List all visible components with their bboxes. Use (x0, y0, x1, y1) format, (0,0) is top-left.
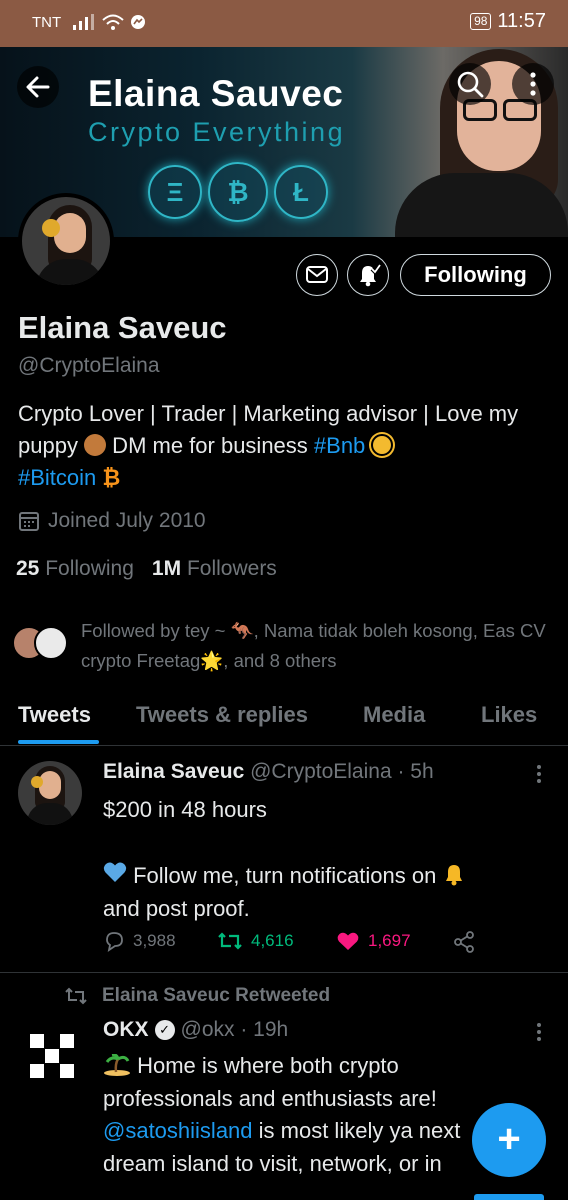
more-vertical-icon (537, 1023, 541, 1041)
retweet-icon (65, 987, 87, 1005)
follow-counts: 25 Following 1M Followers (16, 557, 277, 581)
following-label: Following (45, 557, 134, 580)
share-button[interactable] (452, 930, 476, 954)
heart-icon (337, 932, 359, 950)
reply-button[interactable]: 3,988 (103, 930, 176, 952)
mention-link[interactable]: @satoshiisland (103, 1118, 253, 1143)
compose-tweet-button[interactable]: + (472, 1103, 546, 1177)
tab-media[interactable]: Media (363, 702, 425, 728)
bitcoin-symbol-icon: ₿ (102, 465, 121, 490)
tweet-author-name[interactable]: Elaina Saveuc (103, 760, 244, 783)
more-vertical-icon (537, 765, 541, 783)
notifications-button[interactable] (347, 254, 389, 296)
litecoin-coin: Ł (274, 165, 328, 219)
retweet-icon (218, 932, 242, 950)
plus-icon: + (497, 1117, 521, 1161)
tweet-line-1: $200 in 48 hours (103, 797, 267, 822)
mail-icon (306, 266, 328, 283)
tweet-avatar[interactable] (18, 761, 82, 825)
hashtag-bnb[interactable]: #Bnb (314, 433, 365, 458)
carrier-label: TNT (32, 14, 62, 31)
wifi-icon (102, 14, 124, 30)
more-vertical-icon (530, 72, 536, 96)
tab-likes[interactable]: Likes (481, 702, 537, 728)
followers-count: 1M (151, 557, 182, 580)
tweet-header: Elaina Saveuc @CryptoElaina · 5h (103, 760, 434, 784)
retweeted-by[interactable]: Elaina Saveuc Retweeted (64, 985, 330, 1007)
followers-link[interactable]: 1M Followers (152, 557, 277, 580)
tab-tweets[interactable]: Tweets (18, 702, 91, 728)
follower-avatar (34, 626, 68, 660)
blue-heart-icon (103, 862, 127, 882)
banner-subtitle: Crypto Everything (88, 117, 346, 147)
tweet-more-button[interactable] (534, 764, 544, 792)
puppy-emoji-icon (84, 434, 107, 456)
bnb-emoji-icon (371, 434, 394, 456)
following-button[interactable]: Following (400, 254, 551, 296)
bell-emoji-icon (446, 865, 463, 886)
verified-badge-icon: ✓ (154, 1020, 175, 1040)
profile-handle: @CryptoElaina (18, 354, 160, 377)
calendar-icon (19, 512, 39, 531)
bitcoin-coin: ₿ (208, 162, 268, 222)
bio-text-2: DM me for business (106, 433, 314, 458)
arrow-left-icon (26, 76, 50, 98)
bell-check-icon (360, 263, 382, 287)
tweet2-text-1: Home is where both crypto professionals … (103, 1053, 437, 1111)
clock: 11:57 (497, 10, 546, 32)
banner-coins: Ξ ₿ Ł (108, 162, 368, 227)
share-icon (454, 931, 474, 953)
profile-bio: Crypto Lover | Trader | Marketing adviso… (18, 398, 548, 494)
partial-button (474, 1194, 544, 1200)
okx-logo[interactable] (30, 1034, 74, 1078)
status-bar: TNT 98 11:57 (0, 0, 568, 47)
tweet-header: OKX ✓ @okx · 19h (103, 1018, 288, 1042)
joined-date: Joined July 2010 (18, 509, 206, 533)
banner-title: Elaina Sauvec (88, 73, 344, 114)
battery-indicator: 98 (470, 13, 492, 30)
search-button[interactable] (449, 63, 491, 105)
more-options-button[interactable] (512, 63, 554, 105)
tab-tweets-replies[interactable]: Tweets & replies (136, 702, 308, 728)
profile-name: Elaina Saveuc (18, 310, 227, 345)
back-button[interactable] (17, 66, 59, 108)
reply-count: 3,988 (133, 931, 176, 950)
signal-wifi-icons (72, 14, 146, 30)
tweet-text: $200 in 48 hours Follow me, turn notific… (103, 793, 543, 925)
profile-avatar[interactable] (18, 193, 114, 289)
tweet-meta: @CryptoElaina · 5h (250, 760, 434, 783)
message-button[interactable] (296, 254, 338, 296)
ethereum-coin: Ξ (148, 165, 202, 219)
reply-icon (106, 932, 123, 952)
tweet-line-3: and post proof. (103, 896, 250, 921)
retweet-button[interactable]: 4,616 (217, 930, 294, 952)
like-button[interactable]: 1,697 (336, 930, 411, 952)
like-count: 1,697 (368, 931, 411, 950)
tweet-divider (0, 972, 568, 973)
tweet-text: Home is where both crypto professionals … (103, 1050, 493, 1200)
profile-tabs: Tweets Tweets & replies Media Likes (0, 690, 568, 746)
followed-by-text: Followed by tey ~ 🦘, Nama tidak boleh ko… (81, 620, 546, 671)
island-emoji-icon (104, 1054, 130, 1076)
tweet-author-name[interactable]: OKX (103, 1018, 149, 1042)
following-link[interactable]: 25 Following (16, 557, 134, 580)
tweet-more-button[interactable] (534, 1022, 544, 1050)
retweet-count: 4,616 (251, 931, 294, 950)
following-count: 25 (16, 557, 40, 580)
hashtag-bitcoin[interactable]: #Bitcoin (18, 465, 96, 490)
followers-label: Followers (186, 557, 277, 580)
joined-label: Joined July 2010 (48, 509, 206, 532)
active-tab-indicator (18, 740, 99, 744)
messenger-icon (131, 15, 145, 29)
retweeted-by-label: Elaina Saveuc Retweeted (102, 985, 331, 1006)
tweet-actions: 3,988 4,616 1,697 (103, 930, 543, 960)
tweet-meta: @okx · 19h (180, 1018, 289, 1041)
signal-icon (73, 14, 94, 30)
search-icon (457, 71, 484, 98)
tweet-line-2: Follow me, turn notifications on (103, 859, 543, 892)
